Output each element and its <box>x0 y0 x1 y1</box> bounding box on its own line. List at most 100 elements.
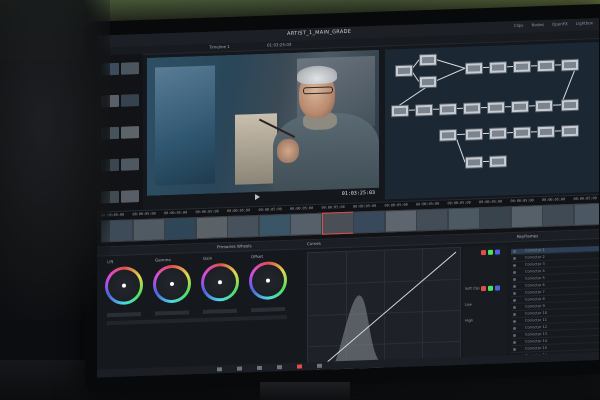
channel-row[interactable] <box>465 249 505 256</box>
monitor: ARTIST_1_MAIN_GRADE Clips Nodes OpenFX L… <box>85 3 600 393</box>
color-node[interactable] <box>465 62 483 75</box>
softclip-row[interactable] <box>465 285 505 292</box>
page-tab[interactable] <box>217 367 222 372</box>
offset-values[interactable] <box>251 307 285 313</box>
page-tab[interactable] <box>317 363 322 368</box>
color-node[interactable] <box>537 59 555 73</box>
color-node[interactable] <box>391 104 409 118</box>
curve-line[interactable] <box>311 251 457 376</box>
node-graph[interactable] <box>385 41 599 200</box>
wheel-puck[interactable] <box>218 280 222 285</box>
swatch-green[interactable] <box>488 249 493 255</box>
swatch-blue[interactable] <box>495 249 500 255</box>
timeline-clip[interactable] <box>542 203 574 228</box>
keyframe-dot-icon <box>513 347 516 352</box>
color-node[interactable] <box>513 60 531 74</box>
wheel-puck[interactable] <box>266 278 270 283</box>
swatch-red[interactable] <box>481 285 486 292</box>
keyframes-tab[interactable]: Keyframes <box>517 233 538 239</box>
viewer-label[interactable]: Timeline 1 <box>209 44 230 50</box>
tool-nodes[interactable]: Nodes <box>532 22 545 27</box>
clip-timecode: 00:00:05:00 <box>510 198 534 204</box>
swatch-blue[interactable] <box>495 285 500 291</box>
clip-timecode: 00:00:05:00 <box>479 199 503 205</box>
color-node[interactable] <box>561 98 579 112</box>
curves-tab[interactable]: Curves <box>307 241 321 246</box>
lift-wheel[interactable] <box>105 265 143 306</box>
subbar-timecode: 01:03:25:03 <box>267 41 292 48</box>
color-node[interactable] <box>535 99 553 113</box>
timeline-clip[interactable] <box>479 206 511 230</box>
page-tab[interactable] <box>237 366 242 371</box>
page-tab[interactable] <box>277 365 282 370</box>
wheel-puck[interactable] <box>170 281 174 287</box>
primaries-bar[interactable] <box>107 314 287 326</box>
timeline-clip[interactable] <box>164 217 196 241</box>
color-node[interactable] <box>419 75 437 89</box>
color-node[interactable] <box>561 124 579 138</box>
color-node[interactable] <box>511 100 529 114</box>
color-node[interactable] <box>395 64 413 78</box>
media-thumb[interactable] <box>121 158 139 171</box>
page-tab[interactable] <box>257 365 262 370</box>
keyframe-dot-icon <box>513 312 516 317</box>
color-node[interactable] <box>439 129 457 142</box>
color-node[interactable] <box>415 103 433 117</box>
swatch-green[interactable] <box>488 285 493 291</box>
lift-values[interactable] <box>107 312 141 318</box>
color-node[interactable] <box>439 103 457 116</box>
wheel-puck[interactable] <box>122 283 126 288</box>
timeline-clip[interactable] <box>132 218 165 242</box>
keyframe-dot-icon <box>513 256 516 261</box>
color-node[interactable] <box>489 127 507 140</box>
timeline-clip[interactable] <box>321 211 354 235</box>
timeline-clip[interactable] <box>510 205 543 229</box>
clip-timecode: 00:00:05:00 <box>258 207 282 212</box>
color-node[interactable] <box>489 61 507 74</box>
color-node[interactable] <box>489 155 507 168</box>
color-node[interactable] <box>465 156 483 169</box>
tool-clips[interactable]: Clips <box>514 23 524 28</box>
play-icon[interactable] <box>255 193 260 201</box>
timeline-clip[interactable] <box>447 207 480 231</box>
clip-timecode: 00:00:05:00 <box>164 210 188 216</box>
page-tab-active[interactable] <box>297 364 302 369</box>
color-node[interactable] <box>561 58 579 72</box>
gain-values[interactable] <box>203 308 237 314</box>
timeline-clip[interactable] <box>353 210 385 234</box>
wheel-label-gain: Gain <box>203 255 213 261</box>
media-thumb[interactable] <box>121 190 139 203</box>
keyframe-dot-icon <box>513 319 516 324</box>
timeline-clip[interactable] <box>384 209 417 233</box>
timeline-clip[interactable] <box>258 213 291 237</box>
keyframe-label: Corrector 11 <box>525 317 547 323</box>
color-node[interactable] <box>487 101 505 114</box>
gain-wheel[interactable] <box>201 262 239 302</box>
color-node[interactable] <box>537 125 555 139</box>
media-thumb[interactable] <box>121 126 139 139</box>
gamma-values[interactable] <box>155 310 189 316</box>
media-thumb[interactable] <box>121 62 139 75</box>
wheels-tab[interactable]: Primaries Wheels <box>217 243 252 249</box>
clip-timecode: 00:00:05:00 <box>573 196 597 201</box>
timeline-clip[interactable] <box>227 214 259 239</box>
color-node[interactable] <box>419 53 437 67</box>
keyframe-dot-icon <box>513 277 516 282</box>
timeline-clip[interactable] <box>290 212 322 236</box>
timeline-clip[interactable] <box>195 216 228 240</box>
gamma-wheel[interactable] <box>153 264 191 304</box>
color-node[interactable] <box>465 128 483 141</box>
tool-lightbox[interactable]: Lightbox <box>576 20 593 26</box>
low-label: Low <box>465 302 472 307</box>
keyframe-label: Corrector 12 <box>525 324 547 330</box>
swatch-red[interactable] <box>481 249 486 256</box>
offset-wheel[interactable] <box>249 260 287 301</box>
color-node[interactable] <box>463 102 481 115</box>
timeline-clip[interactable] <box>416 208 448 232</box>
timeline-clip[interactable] <box>573 202 599 226</box>
clip-timecode: 00:00:05:00 <box>132 211 156 217</box>
color-node[interactable] <box>513 126 531 140</box>
media-thumb[interactable] <box>121 94 139 107</box>
viewer[interactable] <box>147 49 379 196</box>
tool-openfx[interactable]: OpenFX <box>552 21 568 27</box>
